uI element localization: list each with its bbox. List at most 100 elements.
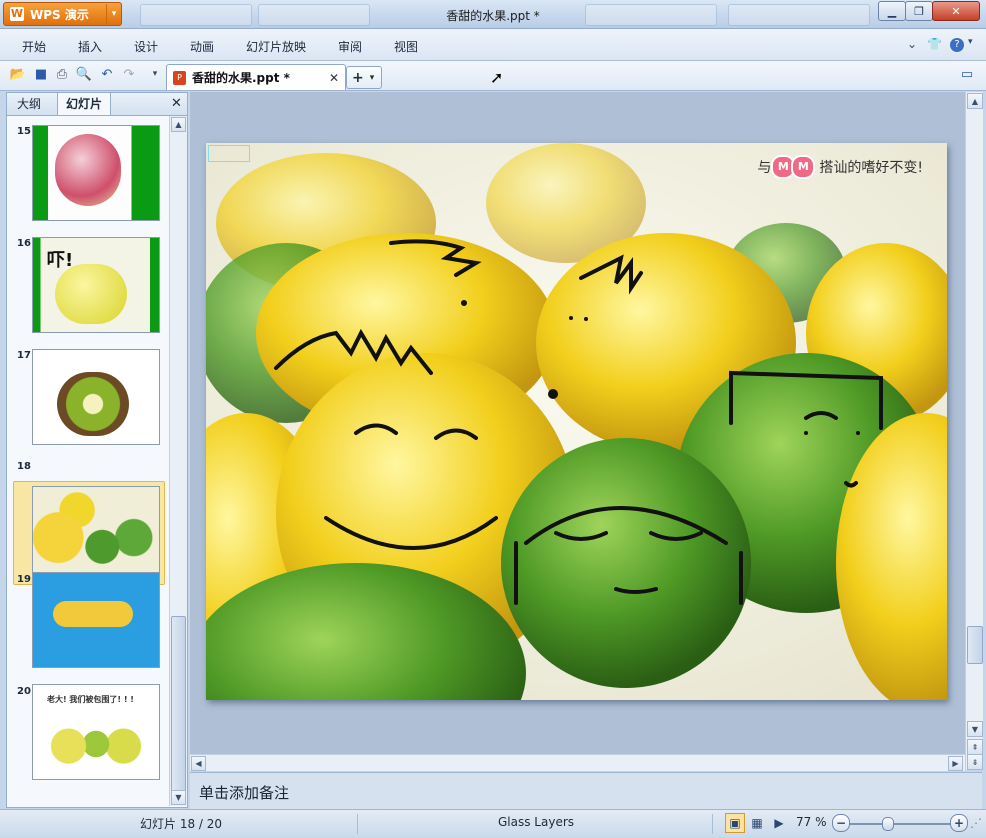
- slide-editing-area: 与 M M 搭讪的嗜好不变!: [190, 92, 965, 754]
- thumbnail-image: [57, 372, 129, 436]
- scroll-up-icon[interactable]: ▲: [171, 117, 186, 132]
- editor-vertical-scrollbar[interactable]: ▲ ▼ ⇞ ⇟: [965, 92, 983, 770]
- new-tab-button[interactable]: + ▾: [346, 66, 382, 89]
- status-separator: [712, 814, 713, 834]
- menu-review[interactable]: 审阅: [338, 38, 362, 55]
- scroll-up-icon[interactable]: ▲: [967, 93, 983, 109]
- menu-view[interactable]: 视图: [394, 38, 418, 55]
- slide-number: 19: [17, 574, 31, 585]
- scroll-thumb[interactable]: [171, 616, 186, 794]
- scroll-right-icon[interactable]: ▶: [948, 756, 963, 771]
- mm-badge: M M: [771, 155, 816, 179]
- document-tab[interactable]: P 香甜的水果.ppt * ✕: [166, 64, 346, 90]
- notes-area[interactable]: 单击添加备注: [190, 772, 982, 809]
- scroll-thumb[interactable]: [967, 626, 983, 664]
- thumbnail-image: [55, 264, 127, 324]
- slide-thumbnail[interactable]: [32, 486, 160, 580]
- tab-outline[interactable]: 大纲: [9, 93, 49, 115]
- close-tab-icon[interactable]: ✕: [329, 71, 339, 85]
- slide-number: 20: [17, 686, 31, 697]
- maximize-button[interactable]: ❐: [905, 1, 933, 21]
- zoom-slider-track[interactable]: [850, 823, 950, 825]
- tab-slides[interactable]: 幻灯片: [57, 92, 112, 115]
- thumbnail-image: [53, 601, 133, 627]
- slide-thumbnail[interactable]: 老大! 我们被包围了! ! !: [32, 684, 160, 780]
- slide-number: 17: [17, 350, 31, 361]
- menu-slideshow[interactable]: 幻灯片放映: [246, 38, 306, 55]
- close-pane-icon[interactable]: ✕: [171, 96, 182, 111]
- caption-prefix: 与: [757, 160, 772, 176]
- close-button[interactable]: ✕: [932, 1, 980, 21]
- slide-thumbnail[interactable]: [32, 349, 160, 445]
- undo-icon[interactable]: ↶: [98, 65, 116, 83]
- slides-pane: 大纲 幻灯片 ✕ 15 16 吓! 17 18 19 20 老大! 我们被包围了…: [6, 92, 188, 808]
- status-bar: 幻灯片 18 / 20 Glass Layers ▣ ▦ ▶ 77 % − + …: [0, 809, 986, 838]
- chevron-down-icon: ▾: [106, 4, 121, 24]
- mm-letter: M: [791, 155, 816, 179]
- slide-number: 18: [17, 461, 31, 472]
- customize-dropdown-icon[interactable]: ▾: [146, 65, 164, 83]
- mouse-cursor-icon: ➚: [490, 68, 504, 87]
- next-slide-icon[interactable]: ⇟: [967, 754, 983, 770]
- document-tab-name: 香甜的水果.ppt *: [192, 71, 290, 85]
- slide-thumbnail-list: 15 16 吓! 17 18 19 20 老大! 我们被包围了! ! !: [7, 116, 169, 806]
- slide-canvas[interactable]: 与 M M 搭讪的嗜好不变!: [206, 143, 947, 700]
- background-window-tab: [140, 4, 252, 26]
- slide-sorter-icon[interactable]: ▦: [747, 813, 767, 833]
- zoom-slider-knob[interactable]: [882, 817, 894, 831]
- print-preview-icon[interactable]: 🔍: [75, 65, 93, 83]
- status-separator: [357, 814, 358, 834]
- ribbon-collapse-icon[interactable]: ⌄: [907, 37, 917, 51]
- slide-counter: 幻灯片 18 / 20: [140, 817, 223, 831]
- menu-animation[interactable]: 动画: [190, 38, 214, 55]
- help-dropdown-icon[interactable]: ▾: [968, 37, 973, 47]
- save-icon[interactable]: ■: [32, 65, 50, 83]
- title-bar: W WPS 演示 ▾ 香甜的水果.ppt * ▁ ❐ ✕: [0, 0, 986, 29]
- thumbnail-image: [55, 134, 121, 206]
- zoom-out-icon[interactable]: −: [832, 814, 850, 832]
- slideshow-view-icon[interactable]: ▶: [769, 813, 789, 833]
- thumbnail-text: 老大! 我们被包围了! ! !: [47, 695, 134, 704]
- previous-slide-icon[interactable]: ⇞: [967, 739, 983, 755]
- print-icon[interactable]: ⎙: [53, 65, 71, 83]
- slide-thumbnail[interactable]: [32, 125, 160, 221]
- wps-menu-button[interactable]: W WPS 演示 ▾: [3, 2, 122, 26]
- theme-name: Glass Layers: [498, 815, 575, 829]
- slide-thumbnail[interactable]: 吓!: [32, 237, 160, 333]
- help-icon[interactable]: ?: [950, 38, 964, 52]
- slide-thumbnail[interactable]: [32, 572, 160, 668]
- caption-suffix: 搭讪的嗜好不变!: [819, 160, 923, 176]
- wps-logo-icon: W: [10, 7, 24, 21]
- redo-icon[interactable]: ↷: [120, 65, 138, 83]
- ppt-file-icon: P: [173, 70, 186, 85]
- normal-view-icon[interactable]: ▣: [725, 813, 745, 833]
- minimize-button[interactable]: ▁: [878, 1, 906, 21]
- scroll-down-icon[interactable]: ▼: [171, 790, 186, 805]
- slide-number: 15: [17, 126, 31, 137]
- window-title: 香甜的水果.ppt *: [446, 9, 540, 23]
- slides-pane-scrollbar[interactable]: ▲ ▼: [169, 116, 187, 806]
- text-placeholder-box[interactable]: [208, 145, 250, 162]
- pane-tabs: 大纲 幻灯片 ✕: [7, 92, 187, 116]
- plus-icon: +: [352, 69, 364, 86]
- background-window-tab: [585, 4, 717, 26]
- skin-icon[interactable]: 👕: [927, 37, 942, 51]
- resize-grip-icon[interactable]: ⋰: [970, 816, 982, 830]
- scroll-left-icon[interactable]: ◀: [191, 756, 206, 771]
- menu-insert[interactable]: 插入: [78, 38, 102, 55]
- thumbnail-image: [41, 723, 151, 765]
- restore-layout-icon[interactable]: ▭: [958, 65, 976, 83]
- scroll-down-icon[interactable]: ▼: [967, 721, 983, 737]
- zoom-in-icon[interactable]: +: [950, 814, 968, 832]
- editor-horizontal-scrollbar[interactable]: ◀ ▶: [190, 754, 965, 771]
- menu-design[interactable]: 设计: [134, 38, 158, 55]
- open-icon[interactable]: 📂: [9, 65, 27, 83]
- menu-home[interactable]: 开始: [22, 38, 46, 55]
- thumbnail-text: 吓!: [47, 250, 74, 271]
- zoom-level: 77 %: [796, 815, 827, 829]
- slide-photo: [206, 143, 947, 700]
- chevron-down-icon[interactable]: ▾: [370, 73, 375, 83]
- background-window-tab: [728, 4, 870, 26]
- slide-caption: 与 M M 搭讪的嗜好不变!: [757, 155, 923, 179]
- menu-bar: 开始 插入 设计 动画 幻灯片放映 审阅 视图 ⌄ 👕 ? ▾: [0, 29, 986, 61]
